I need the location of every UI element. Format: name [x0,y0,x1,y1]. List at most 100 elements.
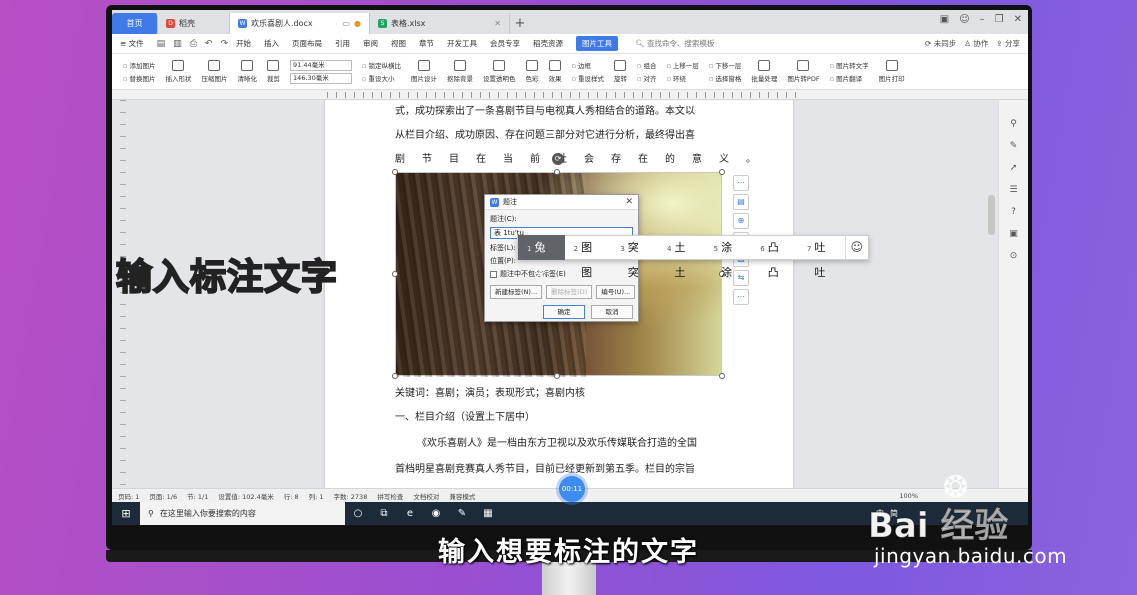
location-icon[interactable]: ⊙ [1008,250,1020,262]
color-button[interactable]: 色彩 [520,60,543,83]
batch-button[interactable]: 批量处理 [746,60,782,83]
send-backward-button[interactable]: 下移一层 [709,60,741,70]
picture-design-button[interactable]: 图片设计 [406,60,442,83]
ime-candidate[interactable]: 6 凸凸 [751,235,798,279]
rotate-button[interactable]: 旋转 [609,60,632,83]
ime-candidate[interactable]: 7 吐吐 [798,235,845,279]
menu-item-review[interactable]: 审阅 [363,38,378,49]
sharpen-button[interactable]: 清晰化 [232,60,262,83]
minimize-icon[interactable]: – [980,14,985,25]
add-picture-button[interactable]: 添加图片 [123,60,155,70]
resize-handle-tc[interactable] [554,169,560,175]
menu-item-reference[interactable]: 引用 [335,38,350,49]
cortana-icon[interactable]: ○ [345,502,371,525]
resize-handle-tl[interactable] [392,169,398,175]
collab-button[interactable]: ♙ 协作 [964,38,988,49]
insert-shape-button[interactable]: 插入形状 [160,60,196,83]
task-view-icon[interactable]: ⧉ [371,502,397,525]
save-icon[interactable]: ▤ [157,39,166,49]
taskbar-search[interactable]: ⚲ 在这里输入你要搜索的内容 [140,502,345,525]
export-icon[interactable]: ▥ [173,39,182,49]
print-icon[interactable]: ⎙ [190,39,197,49]
tab-spreadsheet-close-icon[interactable]: ✕ [494,19,501,28]
height-field[interactable]: 146.30毫米 [289,72,352,84]
close-window-icon[interactable]: ✕ [1014,14,1022,25]
more-options-icon[interactable]: ⋯ [733,175,749,191]
pic-translate-button[interactable]: 图片翻译 [830,73,869,83]
sliders-icon[interactable]: ☰ [1008,184,1020,196]
undo-icon[interactable]: ↶ [205,39,213,49]
avatar[interactable]: ☺ [959,14,969,25]
ime-candidate[interactable]: 1 兔兔 [518,235,565,279]
effect-button[interactable]: 效果 [543,60,566,83]
resize-handle-br[interactable] [719,373,725,379]
select-pane-button[interactable]: 选择窗格 [709,73,741,83]
ime-emoji-icon[interactable]: ☺ [844,235,868,260]
pen-icon[interactable]: ✎ [1008,140,1020,152]
tab-docer[interactable]: D 稻壳 [158,13,230,34]
border-button[interactable]: 边框 [571,60,603,70]
resize-handle-bc[interactable] [554,373,560,379]
ime-candidate[interactable]: 5 涂涂 [705,235,752,279]
pic-to-text-button[interactable]: 图片转文字 [830,60,869,70]
edge-icon[interactable]: e [397,502,423,525]
windows-start-icon[interactable]: ⊞ [112,502,140,525]
reset-size-button[interactable]: 重设大小 [362,73,401,83]
cancel-button[interactable]: 取消 [591,305,633,319]
proofread-button[interactable]: 文档校对 [413,491,439,501]
image-icon[interactable]: ▣ [1008,228,1020,240]
bring-forward-button[interactable]: 上移一层 [666,60,699,70]
group-button[interactable]: 组合 [637,60,656,70]
wps-writer-icon[interactable]: ▦ [475,502,501,525]
exclude-label-checkbox[interactable]: 题注中不包含标签(E) [490,269,633,279]
menu-item-view[interactable]: 视图 [391,38,406,49]
numbering-button[interactable]: 编号(U)... [596,285,636,299]
wrap-button[interactable]: 环绕 [666,73,698,83]
browser-icon[interactable]: ◉ [423,502,449,525]
delete-label-button[interactable]: 删除标签(D) [546,285,593,299]
remove-bg-button[interactable]: 抠除背景 [442,60,478,83]
ime-candidate[interactable]: 2 图图 [565,235,612,279]
new-tab-button[interactable]: + [510,13,530,34]
spell-check-button[interactable]: 拼写检查 [377,491,403,501]
compress-button[interactable]: 压缩图片 [196,60,232,83]
layout-options-icon[interactable]: ▤ [733,194,749,210]
menu-item-insert[interactable]: 插入 [264,38,279,49]
ok-button[interactable]: 确定 [543,305,585,319]
redo-icon[interactable]: ↷ [220,39,228,49]
pic-print-button[interactable]: 图片打印 [874,60,910,83]
ime-candidate[interactable]: 3 突突 [611,235,658,279]
wps-icon[interactable]: ✎ [449,502,475,525]
dialog-close-icon[interactable]: ✕ [625,197,633,207]
menu-item-start[interactable]: 开始 [236,38,251,49]
lock-ratio-checkbox[interactable]: 锁定纵横比 [362,60,401,70]
ime-candidate[interactable]: 4 土土 [658,235,705,279]
rotate-handle-icon[interactable]: ⟳ [552,153,564,165]
new-label-button[interactable]: 新建标签(N)... [490,285,543,299]
zoom-in-icon[interactable]: ⊕ [733,213,749,229]
help-icon[interactable]: ? [1008,206,1020,218]
tab-spreadsheet[interactable]: S 表格.xlsx ✕ [370,13,510,34]
file-menu[interactable]: ≡ 文件 [120,38,144,49]
reset-style-button[interactable]: 重设样式 [571,73,604,83]
resize-handle-bl[interactable] [392,373,398,379]
status-words[interactable]: 字数: 2738 [334,491,368,501]
resize-handle-ml[interactable] [392,271,398,277]
tab-document-monitor-icon[interactable]: ▭ [342,19,350,28]
more-tools-icon[interactable]: ⋯ [733,289,749,305]
menu-item-layout[interactable]: 页面布局 [292,38,322,49]
align-button[interactable]: 对齐 [637,73,656,83]
tab-home[interactable]: 首页 [112,13,158,34]
share-button[interactable]: ⇪ 分享 [996,38,1020,49]
replace-picture-button[interactable]: 替换图片 [123,73,155,83]
vertical-scrollbar[interactable] [988,195,995,235]
maximize-icon[interactable]: ❐ [995,14,1004,25]
layout-icon[interactable]: ▣ [940,14,949,25]
resize-handle-tr[interactable] [719,169,725,175]
menu-item-chapter[interactable]: 章节 [419,38,434,49]
pointer-icon[interactable]: ➚ [1008,162,1020,174]
width-field[interactable]: 91.44毫米 [289,59,352,71]
command-search[interactable]: 🔍︎ 查找命令、搜索模板 [635,38,714,49]
tab-document[interactable]: W 欢乐喜剧人.docx ▭ ● [230,13,370,34]
sync-button[interactable]: ⟳ 未同步 [925,38,956,49]
